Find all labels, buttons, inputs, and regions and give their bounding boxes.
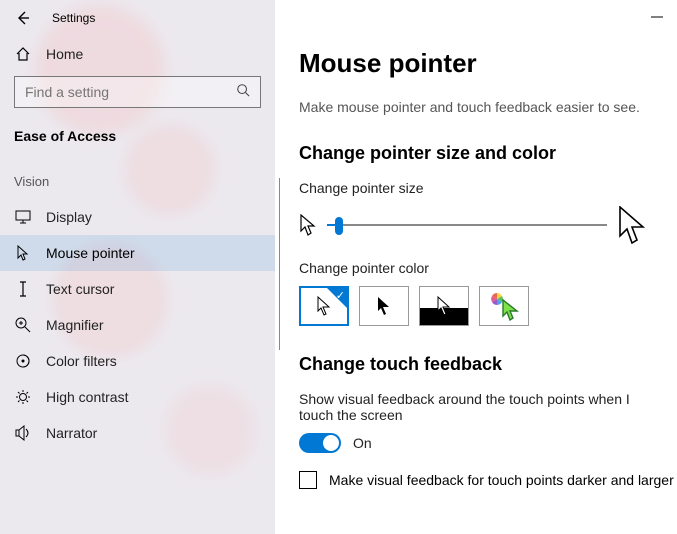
check-icon: ✓ [336, 289, 345, 302]
page-title: Mouse pointer [299, 48, 677, 79]
pointer-size-slider[interactable] [327, 215, 607, 235]
text-cursor-icon [14, 281, 32, 297]
back-arrow-icon [15, 10, 31, 26]
nav-high-contrast-label: High contrast [46, 389, 128, 405]
touch-feedback-toggle[interactable] [299, 433, 341, 453]
label-pointer-color: Change pointer color [299, 260, 677, 276]
slider-thumb[interactable] [335, 217, 343, 235]
toggle-knob [323, 435, 339, 451]
pointer-size-max-icon [617, 206, 647, 244]
pointer-color-custom[interactable] [479, 286, 529, 326]
section-touch-feedback: Change touch feedback [299, 354, 677, 375]
section-header: Ease of Access [0, 108, 275, 154]
nav-high-contrast[interactable]: High contrast [0, 379, 275, 415]
pointer-color-inverted[interactable] [419, 286, 469, 326]
back-button[interactable] [14, 9, 32, 27]
nav-display[interactable]: Display [0, 199, 275, 235]
nav-home[interactable]: Home [0, 36, 275, 72]
nav-home-label: Home [46, 46, 83, 62]
color-filters-icon [14, 353, 32, 369]
group-vision-label: Vision [14, 174, 49, 189]
nav-display-label: Display [46, 209, 92, 225]
search-icon [236, 83, 250, 102]
window-minimize-button[interactable] [651, 10, 663, 28]
nav-color-filters[interactable]: Color filters [0, 343, 275, 379]
darker-larger-label: Make visual feedback for touch points da… [329, 472, 674, 488]
pointer-size-min-icon [299, 214, 317, 236]
nav-mouse-pointer[interactable]: Mouse pointer [0, 235, 275, 271]
nav-text-cursor[interactable]: Text cursor [0, 271, 275, 307]
app-title: Settings [52, 11, 95, 25]
mouse-pointer-icon [14, 245, 32, 261]
touch-feedback-description: Show visual feedback around the touch po… [299, 391, 677, 423]
nav-color-filters-label: Color filters [46, 353, 117, 369]
cursor-inverted-icon [436, 296, 452, 316]
darker-larger-checkbox[interactable] [299, 471, 317, 489]
minimize-icon [651, 11, 663, 23]
pointer-color-white[interactable]: ✓ [299, 286, 349, 326]
cursor-custom-icon [487, 291, 521, 321]
nav-text-cursor-label: Text cursor [46, 281, 114, 297]
scroll-indicator [279, 178, 280, 350]
nav-magnifier[interactable]: Magnifier [0, 307, 275, 343]
nav-narrator[interactable]: Narrator [0, 415, 275, 451]
section-size-color: Change pointer size and color [299, 143, 677, 164]
label-pointer-size: Change pointer size [299, 180, 677, 196]
pointer-color-black[interactable] [359, 286, 409, 326]
narrator-icon [14, 425, 32, 441]
page-description: Make mouse pointer and touch feedback ea… [299, 99, 677, 115]
search-input-container[interactable] [14, 76, 261, 108]
slider-track [327, 224, 607, 226]
cursor-black-icon [376, 296, 392, 316]
home-icon [14, 46, 32, 62]
nav-magnifier-label: Magnifier [46, 317, 104, 333]
nav-narrator-label: Narrator [46, 425, 97, 441]
high-contrast-icon [14, 389, 32, 405]
nav-mouse-pointer-label: Mouse pointer [46, 245, 135, 261]
toggle-state-label: On [353, 435, 372, 451]
display-icon [14, 210, 32, 224]
magnifier-icon [14, 317, 32, 333]
search-input[interactable] [25, 84, 236, 100]
